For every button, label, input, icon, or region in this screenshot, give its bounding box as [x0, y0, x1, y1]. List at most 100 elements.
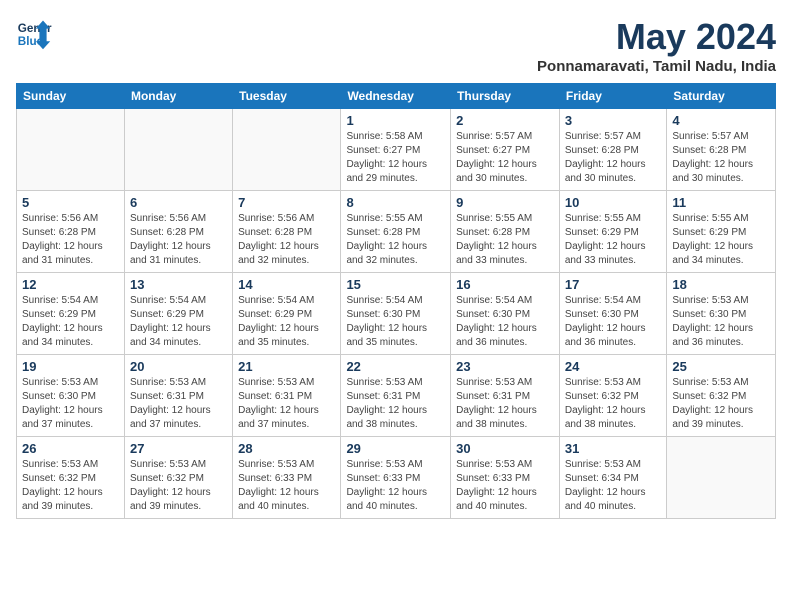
day-number: 31 — [565, 441, 662, 456]
day-number: 14 — [238, 277, 335, 292]
calendar-day-cell: 28 Sunrise: 5:53 AM Sunset: 6:33 PM Dayli… — [233, 437, 341, 519]
day-number: 1 — [346, 113, 445, 128]
page-header: General Blue May 2024 Ponnamaravati, Tam… — [16, 16, 776, 75]
day-number: 28 — [238, 441, 335, 456]
day-number: 2 — [456, 113, 554, 128]
weekday-header-cell: Sunday — [17, 84, 125, 109]
weekday-header-cell: Saturday — [667, 84, 776, 109]
day-info: Sunrise: 5:54 AM Sunset: 6:29 PM Dayligh… — [130, 294, 227, 350]
day-number: 20 — [130, 359, 227, 374]
day-info: Sunrise: 5:53 AM Sunset: 6:33 PM Dayligh… — [456, 458, 554, 514]
day-number: 7 — [238, 195, 335, 210]
day-number: 11 — [672, 195, 770, 210]
day-number: 12 — [22, 277, 119, 292]
day-number: 27 — [130, 441, 227, 456]
day-number: 22 — [346, 359, 445, 374]
calendar-day-cell: 4 Sunrise: 5:57 AM Sunset: 6:28 PM Daylig… — [667, 109, 776, 191]
day-info: Sunrise: 5:53 AM Sunset: 6:32 PM Dayligh… — [22, 458, 119, 514]
day-number: 30 — [456, 441, 554, 456]
calendar-day-cell: 29 Sunrise: 5:53 AM Sunset: 6:33 PM Dayli… — [341, 437, 451, 519]
calendar-day-cell: 10 Sunrise: 5:55 AM Sunset: 6:29 PM Dayli… — [559, 191, 667, 273]
calendar-day-cell: 12 Sunrise: 5:54 AM Sunset: 6:29 PM Dayli… — [17, 273, 125, 355]
day-number: 3 — [565, 113, 662, 128]
calendar-day-cell — [667, 437, 776, 519]
calendar-day-cell: 27 Sunrise: 5:53 AM Sunset: 6:32 PM Dayli… — [124, 437, 232, 519]
calendar-day-cell — [17, 109, 125, 191]
day-info: Sunrise: 5:53 AM Sunset: 6:31 PM Dayligh… — [456, 376, 554, 432]
day-number: 8 — [346, 195, 445, 210]
day-info: Sunrise: 5:55 AM Sunset: 6:29 PM Dayligh… — [565, 212, 662, 268]
calendar-day-cell: 24 Sunrise: 5:53 AM Sunset: 6:32 PM Dayli… — [559, 355, 667, 437]
day-info: Sunrise: 5:53 AM Sunset: 6:33 PM Dayligh… — [238, 458, 335, 514]
day-number: 24 — [565, 359, 662, 374]
title-block: May 2024 Ponnamaravati, Tamil Nadu, Indi… — [537, 16, 776, 75]
day-number: 6 — [130, 195, 227, 210]
weekday-header-cell: Tuesday — [233, 84, 341, 109]
day-info: Sunrise: 5:58 AM Sunset: 6:27 PM Dayligh… — [346, 130, 445, 186]
day-info: Sunrise: 5:53 AM Sunset: 6:31 PM Dayligh… — [130, 376, 227, 432]
calendar-day-cell: 18Sunrise: 5:53 AM Sunset: 6:30 PM Dayli… — [667, 273, 776, 355]
day-info: Sunrise: 5:55 AM Sunset: 6:29 PM Dayligh… — [672, 212, 770, 268]
day-info: Sunrise: 5:53 AM Sunset: 6:31 PM Dayligh… — [238, 376, 335, 432]
calendar-day-cell: 30 Sunrise: 5:53 AM Sunset: 6:33 PM Dayli… — [451, 437, 560, 519]
calendar-day-cell: 5 Sunrise: 5:56 AM Sunset: 6:28 PM Daylig… — [17, 191, 125, 273]
calendar-week-row: 12 Sunrise: 5:54 AM Sunset: 6:29 PM Dayli… — [17, 273, 776, 355]
month-year-title: May 2024 — [537, 16, 776, 58]
calendar-week-row: 26 Sunrise: 5:53 AM Sunset: 6:32 PM Dayli… — [17, 437, 776, 519]
calendar-day-cell: 9Sunrise: 5:55 AM Sunset: 6:28 PM Daylig… — [451, 191, 560, 273]
day-info: Sunrise: 5:57 AM Sunset: 6:28 PM Dayligh… — [565, 130, 662, 186]
calendar-day-cell: 17Sunrise: 5:54 AM Sunset: 6:30 PM Dayli… — [559, 273, 667, 355]
day-info: Sunrise: 5:53 AM Sunset: 6:32 PM Dayligh… — [672, 376, 770, 432]
day-info: Sunrise: 5:53 AM Sunset: 6:32 PM Dayligh… — [130, 458, 227, 514]
calendar-table: SundayMondayTuesdayWednesdayThursdayFrid… — [16, 83, 776, 519]
day-number: 29 — [346, 441, 445, 456]
weekday-header-cell: Friday — [559, 84, 667, 109]
day-info: Sunrise: 5:53 AM Sunset: 6:32 PM Dayligh… — [565, 376, 662, 432]
calendar-day-cell: 26 Sunrise: 5:53 AM Sunset: 6:32 PM Dayli… — [17, 437, 125, 519]
calendar-day-cell: 20 Sunrise: 5:53 AM Sunset: 6:31 PM Dayli… — [124, 355, 232, 437]
day-info: Sunrise: 5:53 AM Sunset: 6:33 PM Dayligh… — [346, 458, 445, 514]
day-number: 15 — [346, 277, 445, 292]
logo: General Blue — [16, 16, 52, 52]
weekday-header-cell: Thursday — [451, 84, 560, 109]
calendar-day-cell: 1 Sunrise: 5:58 AM Sunset: 6:27 PM Daylig… — [341, 109, 451, 191]
day-number: 10 — [565, 195, 662, 210]
day-number: 23 — [456, 359, 554, 374]
calendar-day-cell: 19Sunrise: 5:53 AM Sunset: 6:30 PM Dayli… — [17, 355, 125, 437]
day-number: 21 — [238, 359, 335, 374]
weekday-header-cell: Monday — [124, 84, 232, 109]
day-number: 17 — [565, 277, 662, 292]
day-info: Sunrise: 5:53 AM Sunset: 6:31 PM Dayligh… — [346, 376, 445, 432]
calendar-day-cell: 6 Sunrise: 5:56 AM Sunset: 6:28 PM Daylig… — [124, 191, 232, 273]
calendar-day-cell: 22 Sunrise: 5:53 AM Sunset: 6:31 PM Dayli… — [341, 355, 451, 437]
calendar-day-cell: 31Sunrise: 5:53 AM Sunset: 6:34 PM Dayli… — [559, 437, 667, 519]
weekday-header-cell: Wednesday — [341, 84, 451, 109]
calendar-day-cell: 8Sunrise: 5:55 AM Sunset: 6:28 PM Daylig… — [341, 191, 451, 273]
calendar-day-cell: 2Sunrise: 5:57 AM Sunset: 6:27 PM Daylig… — [451, 109, 560, 191]
day-info: Sunrise: 5:56 AM Sunset: 6:28 PM Dayligh… — [238, 212, 335, 268]
day-info: Sunrise: 5:54 AM Sunset: 6:29 PM Dayligh… — [238, 294, 335, 350]
logo-icon: General Blue — [16, 16, 52, 52]
weekday-header-row: SundayMondayTuesdayWednesdayThursdayFrid… — [17, 84, 776, 109]
calendar-day-cell: 25 Sunrise: 5:53 AM Sunset: 6:32 PM Dayli… — [667, 355, 776, 437]
day-number: 26 — [22, 441, 119, 456]
day-number: 5 — [22, 195, 119, 210]
calendar-week-row: 1 Sunrise: 5:58 AM Sunset: 6:27 PM Daylig… — [17, 109, 776, 191]
calendar-day-cell: 21 Sunrise: 5:53 AM Sunset: 6:31 PM Dayli… — [233, 355, 341, 437]
calendar-day-cell: 14 Sunrise: 5:54 AM Sunset: 6:29 PM Dayli… — [233, 273, 341, 355]
day-info: Sunrise: 5:54 AM Sunset: 6:29 PM Dayligh… — [22, 294, 119, 350]
day-number: 19 — [22, 359, 119, 374]
calendar-day-cell — [233, 109, 341, 191]
day-info: Sunrise: 5:56 AM Sunset: 6:28 PM Dayligh… — [22, 212, 119, 268]
day-number: 25 — [672, 359, 770, 374]
calendar-day-cell: 23 Sunrise: 5:53 AM Sunset: 6:31 PM Dayli… — [451, 355, 560, 437]
day-info: Sunrise: 5:56 AM Sunset: 6:28 PM Dayligh… — [130, 212, 227, 268]
calendar-day-cell: 11 Sunrise: 5:55 AM Sunset: 6:29 PM Dayli… — [667, 191, 776, 273]
day-info: Sunrise: 5:55 AM Sunset: 6:28 PM Dayligh… — [456, 212, 554, 268]
calendar-day-cell: 3 Sunrise: 5:57 AM Sunset: 6:28 PM Daylig… — [559, 109, 667, 191]
day-number: 16 — [456, 277, 554, 292]
day-number: 4 — [672, 113, 770, 128]
location-subtitle: Ponnamaravati, Tamil Nadu, India — [537, 58, 776, 75]
day-info: Sunrise: 5:57 AM Sunset: 6:28 PM Dayligh… — [672, 130, 770, 186]
calendar-week-row: 5 Sunrise: 5:56 AM Sunset: 6:28 PM Daylig… — [17, 191, 776, 273]
